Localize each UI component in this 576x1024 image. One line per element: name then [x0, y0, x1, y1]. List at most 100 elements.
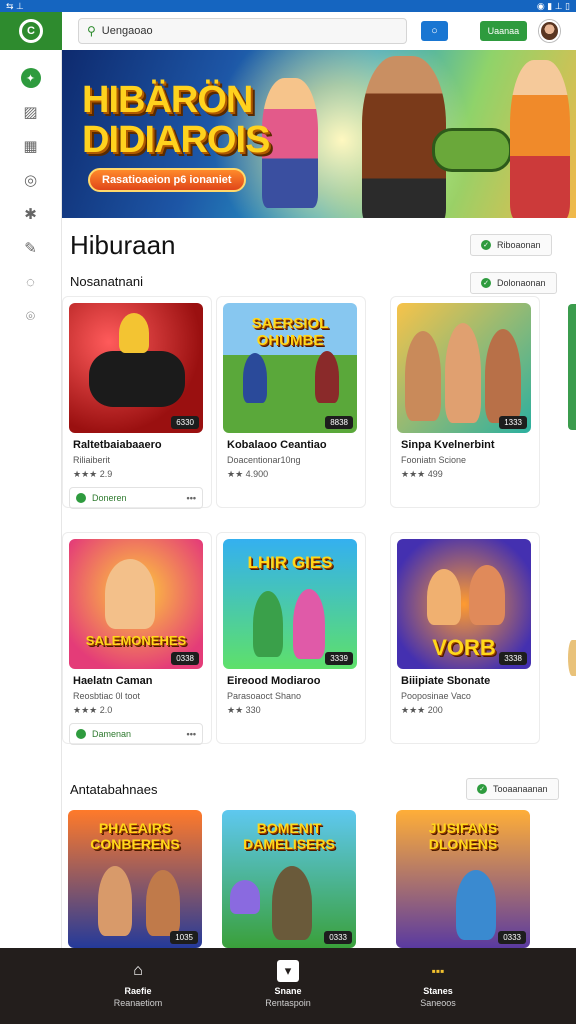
- card-meta: Parasoaoct Shano: [227, 691, 302, 701]
- game-card[interactable]: 6330 Raltetbaiabaaero Riliaiberit ★★★ 2.…: [62, 296, 212, 509]
- check-icon: ✓: [481, 240, 491, 250]
- card-action-button[interactable]: Damenan •••: [69, 723, 203, 745]
- game-card[interactable]: BOMENIT DAMELISERS 0333: [216, 804, 366, 948]
- section-title-3: Antatabahnaes: [70, 782, 158, 797]
- sidebar: C ✦ ▨ ▦ ◎ ✱ ✎ ◌ ⌾: [0, 12, 62, 948]
- card-title: Haelatn Caman: [73, 675, 153, 687]
- trophy-art: [119, 313, 149, 353]
- card-badge: 6330: [171, 416, 199, 429]
- game-art-text: SAERSIOL OHUMBE: [251, 315, 329, 349]
- card-title: Eireood Modiaroo: [227, 675, 321, 687]
- game-card[interactable]: LHIR GIES 3339 Eireood Modiaroo Parasoao…: [216, 532, 366, 744]
- nav-sublabel: Saneoos: [420, 998, 456, 1008]
- hero-title-line1: HIBÄRÖN: [82, 79, 253, 121]
- character-art: [445, 323, 481, 423]
- more-icon[interactable]: •••: [187, 729, 196, 739]
- chat-icon[interactable]: ◎: [21, 170, 41, 190]
- edit-icon[interactable]: ✎: [21, 238, 41, 258]
- game-thumbnail: PHAEAIRS CONBERENS 1035: [68, 810, 202, 948]
- character-art: [243, 353, 267, 403]
- search-icon: ⚲: [87, 24, 96, 38]
- avatar[interactable]: [539, 20, 560, 42]
- home-icon: ⌂: [133, 962, 143, 979]
- status-left-icons: ⇆ ⊥: [6, 0, 24, 11]
- card-title: Sinpa Kvelnerbint: [401, 439, 495, 451]
- card-badge: 3339: [325, 652, 353, 665]
- character-art: [272, 866, 312, 940]
- card-rating: ★★★ 200: [401, 705, 443, 715]
- card-meta: Doacentionar10ng: [227, 455, 301, 465]
- game-card[interactable]: VORB 3338 Biiipiate Sbonate Pooposinae V…: [390, 532, 540, 744]
- game-thumbnail: BOMENIT DAMELISERS 0333: [222, 810, 356, 948]
- card-rating: ★★ 4.900: [227, 469, 269, 479]
- message-icon[interactable]: ◌: [21, 272, 41, 292]
- card-title: Kobalaoo Ceantiao: [227, 439, 327, 451]
- game-card[interactable]: SAERSIOL OHUMBE 8838 Kobalaoo Ceantiao D…: [216, 296, 366, 508]
- game-thumbnail: 6330: [69, 303, 203, 433]
- download-icon: [76, 729, 86, 739]
- circle-icon: ○: [431, 25, 438, 37]
- nav-label: Raefie: [124, 986, 152, 996]
- character-art: [405, 331, 441, 421]
- character-art: [253, 591, 283, 657]
- check-icon: ✓: [481, 278, 491, 288]
- logo-icon: C: [19, 19, 43, 43]
- check-icon: ✓: [477, 784, 487, 794]
- bottom-nav-store[interactable]: ▾ Snane Rentaspoin: [248, 960, 328, 1024]
- card-title: Raltetbaiabaaero: [73, 439, 162, 451]
- filter-button[interactable]: ○: [421, 21, 448, 41]
- hero-character-man: [362, 56, 446, 218]
- character-art: [485, 329, 521, 423]
- image-icon[interactable]: ▨: [21, 102, 41, 122]
- badge-icon[interactable]: ✦: [20, 68, 41, 88]
- search-text: Uengaoao: [101, 25, 153, 37]
- star-icon[interactable]: ✱: [21, 204, 41, 224]
- bottom-nav-library[interactable]: ▪▪▪ Stanes Saneoos: [398, 960, 478, 1024]
- game-thumbnail: JUSIFANS DLONENS 0333: [396, 810, 530, 948]
- section-title-1: Nosanatnani: [70, 274, 143, 289]
- nav-label: Snane: [274, 986, 302, 996]
- card-action-button[interactable]: Doneren •••: [69, 487, 203, 509]
- game-card[interactable]: 1333 Sinpa Kvelnerbint Fooniatn Scione ★…: [390, 296, 540, 508]
- next-card-peek[interactable]: [568, 304, 576, 430]
- game-art-text: SALEMONEHES: [85, 633, 187, 648]
- nav-sublabel: Rentaspoin: [265, 998, 311, 1008]
- hero-title-line2: DIDIAROIS: [82, 119, 270, 161]
- hero-banner[interactable]: HIBÄRÖN DIDIAROIS Rasatioaeion p6 ionani…: [62, 50, 576, 218]
- game-card[interactable]: SALEMONEHES 0338 Haelatn Caman Reosbtiac…: [62, 532, 212, 745]
- bottom-nav-home[interactable]: ⌂ Raefie Reanaetiom: [98, 960, 178, 1024]
- card-meta: Pooposinae Vaco: [401, 691, 471, 701]
- card-badge: 3338: [499, 652, 527, 665]
- creature-art: [230, 880, 260, 914]
- game-art-text: JUSIFANS DLONENS: [428, 820, 498, 852]
- card-badge: 1035: [170, 931, 198, 944]
- section1-pill-button[interactable]: ✓ Dolonaonan: [470, 272, 557, 294]
- green-action-button[interactable]: Uaanaa: [479, 21, 528, 41]
- character-art: [146, 870, 180, 936]
- hero-tag[interactable]: Rasatioaeion p6 ionaniet: [88, 168, 246, 192]
- location-icon[interactable]: ⌾: [21, 306, 41, 326]
- search-input[interactable]: ⚲ Uengaoao: [78, 18, 408, 44]
- game-thumbnail: LHIR GIES 3339: [223, 539, 357, 669]
- card-title: Biiipiate Sbonate: [401, 675, 491, 687]
- grid-icon[interactable]: ▦: [21, 136, 41, 156]
- status-bar: ⇆ ⊥ ◉ ▮ ⊥ ▯: [0, 0, 576, 12]
- section1-pill-label: Dolonaonan: [497, 278, 546, 288]
- game-card[interactable]: PHAEAIRS CONBERENS 1035: [62, 804, 212, 948]
- bottom-nav: ⌂ Raefie Reanaetiom ▾ Snane Rentaspoin ▪…: [0, 948, 576, 1024]
- app-logo[interactable]: C: [0, 12, 62, 50]
- game-thumbnail: SAERSIOL OHUMBE 8838: [223, 303, 357, 433]
- section3-pill-button[interactable]: ✓ Tooaanaanan: [466, 778, 559, 800]
- card-meta: Reosbtiac 0l toot: [73, 691, 141, 701]
- game-card[interactable]: JUSIFANS DLONENS 0333: [390, 804, 540, 948]
- next-card-peek[interactable]: [568, 640, 576, 676]
- character-art: [315, 351, 339, 403]
- card-badge: 0333: [498, 931, 526, 944]
- card-rating: ★★ 330: [227, 705, 261, 715]
- nav-sublabel: Reanaetiom: [113, 998, 163, 1008]
- more-icon[interactable]: •••: [187, 493, 196, 503]
- hero-character-woman: [510, 60, 570, 218]
- section3-pill-label: Tooaanaanan: [493, 784, 548, 794]
- heading-pill-button[interactable]: ✓ Riboaonan: [470, 234, 552, 256]
- card-badge: 1333: [499, 416, 527, 429]
